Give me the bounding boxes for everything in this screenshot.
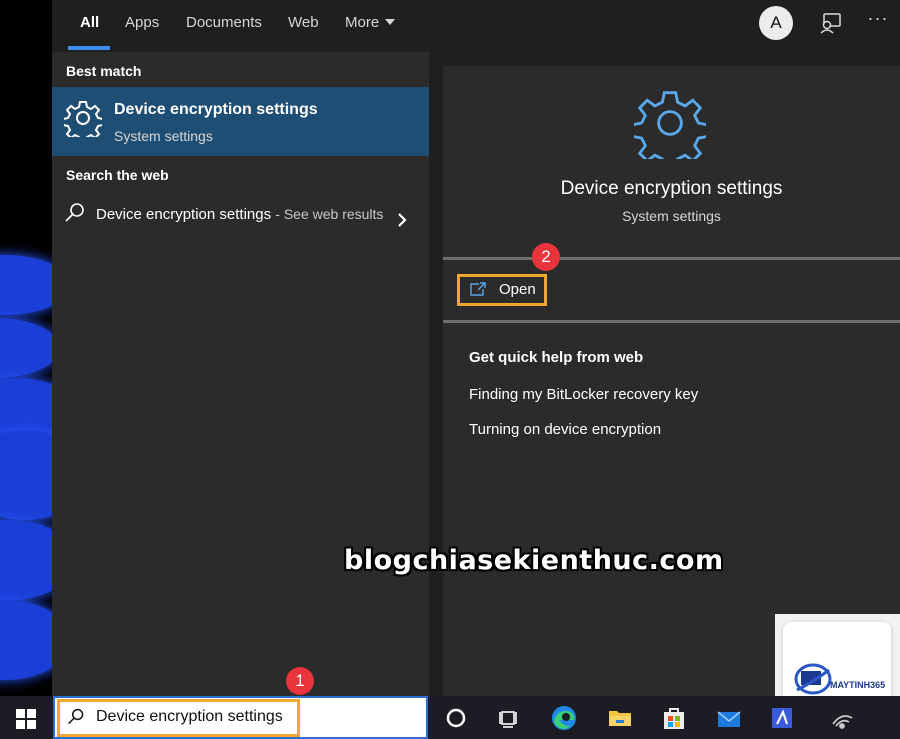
help-link-device-encryption[interactable]: Turning on device encryption	[469, 421, 661, 438]
taskbar: 1	[0, 667, 900, 739]
search-tabs-bar: All Apps Documents Web More A ···	[52, 0, 900, 52]
web-result-query: Device encryption settings	[96, 206, 272, 223]
search-input[interactable]	[96, 708, 296, 726]
help-link-bitlocker[interactable]: Finding my BitLocker recovery key	[469, 386, 698, 403]
preview-card: Device encryption settings System settin…	[443, 66, 900, 696]
taskbar-search-box[interactable]	[53, 696, 428, 739]
quick-help-heading: Get quick help from web	[469, 349, 644, 366]
desktop-wallpaper	[0, 0, 52, 696]
store-icon[interactable]	[660, 704, 688, 732]
web-result-text: Device encryption settings - See web res…	[96, 202, 396, 227]
open-button[interactable]: Open	[457, 274, 547, 306]
tab-apps[interactable]: Apps	[125, 0, 159, 52]
tab-all[interactable]: All	[80, 0, 99, 52]
web-search-result[interactable]: Device encryption settings - See web res…	[52, 192, 429, 250]
file-explorer-icon[interactable]	[606, 704, 634, 732]
tab-documents[interactable]: Documents	[186, 0, 262, 52]
edge-icon[interactable]	[550, 704, 578, 732]
mail-icon[interactable]	[715, 704, 743, 732]
best-match-result[interactable]: Device encryption settings System settin…	[52, 87, 429, 156]
task-view-icon[interactable]	[495, 704, 523, 732]
app-icon[interactable]	[768, 704, 796, 732]
chevron-down-icon	[385, 19, 396, 25]
preview-pane: Device encryption settings System settin…	[429, 52, 900, 696]
divider	[443, 320, 900, 323]
logo-text: MAYTINH365	[830, 680, 886, 690]
tab-web[interactable]: Web	[288, 0, 319, 52]
logo-globe-icon	[794, 663, 832, 695]
network-icon[interactable]	[828, 704, 856, 732]
best-match-heading: Best match	[66, 63, 142, 79]
tab-more[interactable]: More	[345, 0, 396, 52]
feedback-icon[interactable]	[818, 10, 844, 36]
search-flyout: All Apps Documents Web More A ··· Best m…	[52, 0, 900, 696]
search-web-heading: Search the web	[66, 167, 169, 183]
open-label: Open	[499, 281, 536, 298]
best-match-title: Device encryption settings	[114, 101, 318, 118]
gear-icon	[630, 87, 710, 170]
web-result-suffix: - See web results	[275, 206, 384, 222]
watermark: blogchiasekienthuc.com	[344, 545, 724, 576]
search-icon	[64, 202, 86, 224]
step-badge-1: 1	[286, 667, 314, 695]
results-pane: Best match Device encryption settings Sy…	[52, 52, 429, 696]
step-badge-2: 2	[532, 243, 560, 271]
active-tab-indicator	[68, 46, 110, 50]
cortana-icon[interactable]	[442, 704, 470, 732]
preview-title: Device encryption settings	[560, 178, 783, 199]
preview-subtitle: System settings	[622, 208, 721, 224]
divider	[443, 257, 900, 260]
search-icon	[67, 708, 85, 726]
gear-icon	[62, 99, 104, 143]
avatar[interactable]: A	[759, 6, 793, 40]
more-options-icon[interactable]: ···	[864, 8, 892, 34]
best-match-subtitle: System settings	[114, 128, 213, 144]
open-external-icon	[469, 281, 487, 297]
chevron-right-icon[interactable]	[395, 212, 409, 228]
windows-start-icon[interactable]	[16, 709, 36, 729]
